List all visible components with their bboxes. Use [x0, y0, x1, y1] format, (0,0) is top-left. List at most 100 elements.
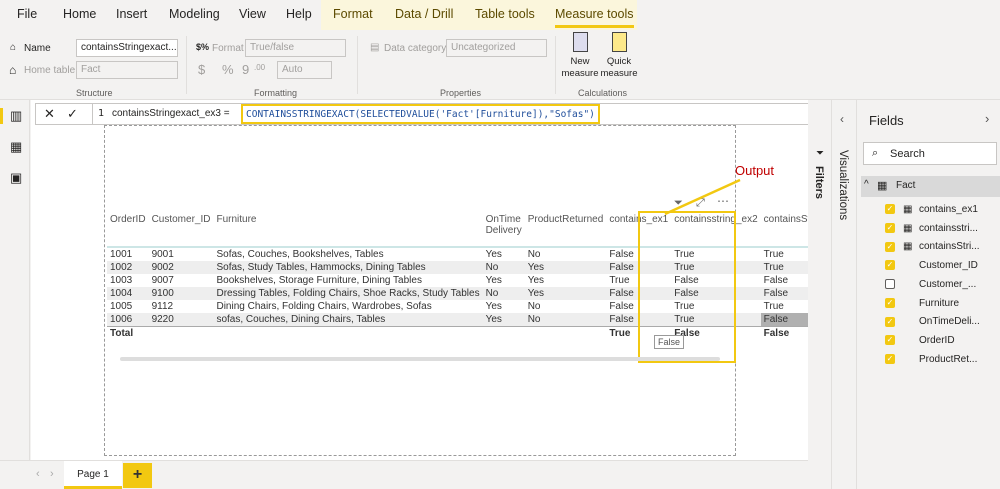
decimal-places-input[interactable]: Auto	[277, 61, 332, 79]
checkbox[interactable]: ✓	[885, 204, 895, 215]
search-icon: ⌕	[872, 147, 879, 159]
table-row[interactable]: 1002 9002 Sofas, Study Tables, Hammocks, D…	[107, 261, 853, 274]
next-page-icon[interactable]: ›	[50, 468, 54, 480]
table-cell: 1002	[107, 261, 149, 274]
table-cell: Bookshelves, Storage Furniture, Dining T…	[216, 275, 422, 286]
field-item[interactable]: ✓ ▦ contains_ex1	[885, 201, 1000, 219]
table-cell: Yes	[485, 249, 502, 260]
table-cell: No	[482, 287, 525, 300]
format-select[interactable]: True/false	[245, 39, 346, 57]
table-cell: Yes	[524, 261, 607, 274]
name-input[interactable]: containsStringexact...	[76, 39, 178, 57]
column-header[interactable]: ProductReturned	[524, 213, 607, 248]
horizontal-scrollbar[interactable]	[120, 357, 720, 361]
tab-measure-tools[interactable]: Measure tools	[555, 7, 634, 28]
report-view-icon[interactable]: ▥	[10, 108, 22, 124]
column-header[interactable]: OnTime Delivery	[482, 213, 525, 248]
checkbox[interactable]: ✓	[885, 297, 895, 308]
output-annotation: Output	[735, 163, 775, 178]
column-header[interactable]: OrderID	[107, 213, 149, 248]
table-row[interactable]: 1005 9112 Dining Chairs, Folding Chairs, W…	[107, 300, 853, 313]
quick-measure-button[interactable]: Quick measure	[598, 32, 640, 80]
table-row[interactable]: 1001 9001 Sofas, Couches, Bookshelves, Tab…	[107, 247, 853, 261]
field-item[interactable]: ✓ ▦ containsstri...	[885, 220, 1000, 238]
field-item[interactable]: ✓ OnTimeDeli...	[885, 313, 1000, 331]
model-view-icon[interactable]: ▣	[10, 170, 22, 186]
home-table-select[interactable]: Fact	[76, 61, 178, 79]
filter-icon[interactable]: ⏷	[674, 197, 683, 210]
tab-insert[interactable]: Insert	[116, 7, 147, 21]
tab-modeling[interactable]: Modeling	[169, 7, 220, 21]
checkbox[interactable]: ✓	[885, 335, 895, 346]
visualizations-label: Visualizations	[837, 150, 849, 221]
new-measure-button[interactable]: New measure	[560, 32, 600, 80]
currency-button[interactable]: $	[198, 62, 205, 77]
data-category-label: Data category	[384, 43, 447, 54]
tab-format[interactable]: Format	[333, 7, 373, 21]
formula-expression[interactable]: CONTAINSSTRINGEXACT(SELECTEDVALUE('Fact'…	[241, 104, 600, 124]
field-item[interactable]: Customer_...	[885, 276, 1000, 294]
collapse-caret-icon[interactable]: ^	[864, 179, 869, 190]
cancel-icon[interactable]: ✕	[44, 106, 55, 122]
decimals-button[interactable]: .00	[254, 63, 265, 72]
tab-data-drill[interactable]: Data / Drill	[395, 7, 453, 21]
field-name: containsStri...	[919, 241, 980, 253]
name-label: Name	[24, 43, 51, 54]
table-cell: 9007	[151, 275, 174, 286]
field-item[interactable]: ✓ ProductRet...	[885, 351, 1000, 369]
view-nav: ▥ ▦ ▣	[0, 100, 30, 489]
table-cell: Yes	[482, 313, 525, 327]
focus-mode-icon[interactable]: ⤢	[696, 197, 705, 210]
checkbox[interactable]: ✓	[885, 241, 895, 252]
table-row[interactable]: 1004 9100 Dressing Tables, Folding Chairs,…	[107, 287, 853, 300]
more-options-icon[interactable]: ⋯	[717, 194, 729, 208]
column-header[interactable]: Customer_ID	[148, 213, 214, 248]
table-row[interactable]: 1003 9007 Bookshelves, Storage Furniture, …	[107, 274, 853, 287]
tab-home[interactable]: Home	[63, 7, 96, 21]
divider	[186, 36, 187, 94]
visualizations-pane-collapsed[interactable]: ‹ Visualizations	[832, 100, 857, 489]
commit-icon[interactable]: ✓	[67, 106, 78, 122]
comma-button[interactable]: 9	[242, 62, 249, 77]
table-cell: No	[527, 249, 541, 260]
tab-file[interactable]: File	[17, 7, 37, 21]
fields-search[interactable]: ⌕ Search	[863, 142, 997, 165]
checkbox[interactable]: ✓	[885, 353, 895, 364]
tab-help[interactable]: Help	[286, 7, 312, 21]
measure-name[interactable]: containsStringexact_ex3 =	[112, 108, 230, 119]
percent-button[interactable]: %	[222, 62, 234, 77]
field-item[interactable]: ✓ OrderID	[885, 332, 1000, 350]
field-item[interactable]: ✓ Furniture	[885, 295, 1000, 313]
data-view-icon[interactable]: ▦	[10, 139, 22, 155]
checkbox[interactable]: ✓	[885, 260, 895, 271]
field-item[interactable]: ✓ ▦ containsStri...	[885, 238, 1000, 256]
measure-icon: ▦	[903, 222, 913, 234]
table-cell: No	[482, 261, 525, 274]
structure-group-label: Structure	[76, 88, 113, 98]
data-category-select[interactable]: Uncategorized	[446, 39, 547, 57]
prev-page-icon[interactable]: ‹	[36, 468, 40, 480]
column-header[interactable]: Furniture	[213, 213, 483, 248]
tab-table-tools[interactable]: Table tools	[475, 7, 535, 21]
field-item[interactable]: ✓ Customer_ID	[885, 257, 1000, 275]
calculator-icon	[572, 32, 588, 52]
table-cell: sofas, Couches, Dining Chairs, Tables	[213, 313, 483, 327]
table-node-fact[interactable]: ^ ▦ Fact	[861, 176, 1000, 197]
table-cell: 1005	[110, 301, 133, 312]
collapse-chevron-icon[interactable]: ›	[985, 111, 989, 126]
field-name: Customer_ID	[919, 260, 978, 272]
checkbox[interactable]: ✓	[885, 223, 895, 234]
add-page-button[interactable]: +	[123, 463, 152, 488]
page-tab[interactable]: Page 1	[64, 461, 122, 489]
tab-view[interactable]: View	[239, 7, 266, 21]
checkbox[interactable]	[885, 279, 895, 290]
quick-calculator-icon	[611, 32, 627, 52]
table-row[interactable]: 1006 9220 sofas, Couches, Dining Chairs, T…	[107, 313, 853, 327]
filters-pane-collapsed[interactable]: ⏷ Filters	[808, 100, 832, 489]
expand-chevron-icon[interactable]: ‹	[840, 112, 844, 126]
field-name: containsstri...	[919, 222, 978, 234]
divider	[357, 36, 358, 94]
checkbox[interactable]: ✓	[885, 316, 895, 327]
total-row: Total True False False	[107, 326, 853, 340]
table-cell: 1001	[110, 249, 133, 260]
